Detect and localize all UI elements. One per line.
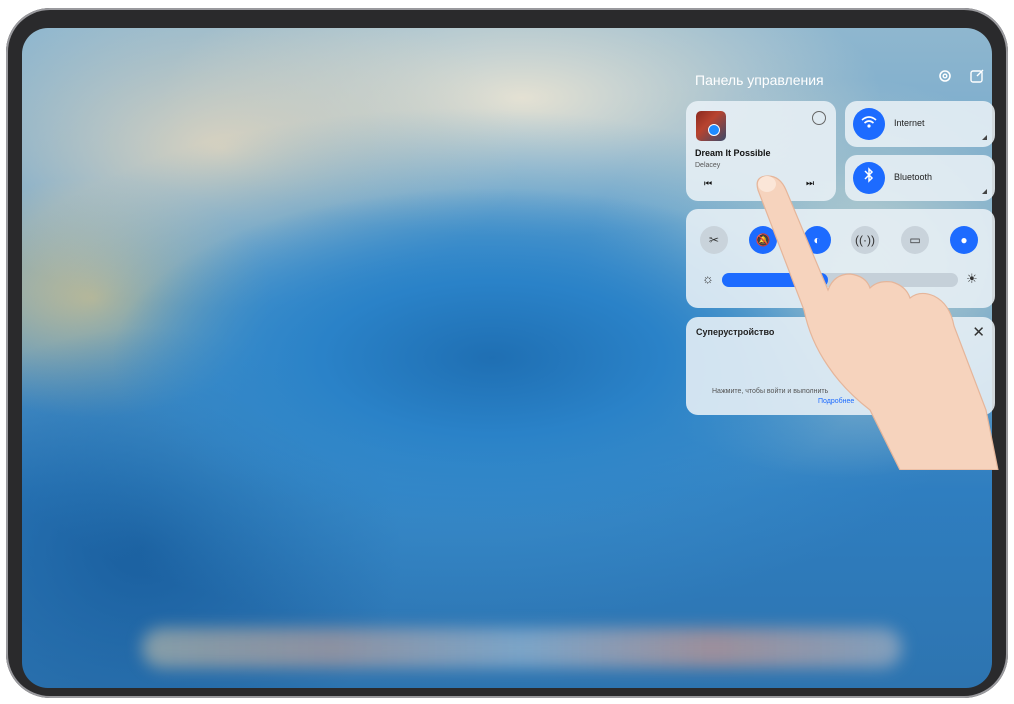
song-artist: Delacey (695, 162, 721, 169)
superdevice-title: Суперустройство (696, 327, 775, 337)
bluetooth-tile[interactable]: Bluetooth (845, 155, 995, 201)
edit-icon[interactable] (966, 68, 988, 90)
brightness-high-icon: ☀ (966, 271, 978, 286)
superdevice-card[interactable]: Суперустройство ✕ Нажмите, чтобы войти и… (686, 317, 995, 415)
multi-screen-icon[interactable]: ▭ (901, 226, 929, 254)
screenshot-icon[interactable]: ✂ (700, 226, 728, 254)
bluetooth-label: Bluetooth (894, 172, 933, 182)
hotspot-icon[interactable]: ((·)) (851, 226, 879, 254)
music-app-badge-icon (708, 124, 720, 136)
dock-blurred (142, 628, 902, 668)
next-track-icon[interactable]: ⏭ (806, 178, 814, 189)
internet-tile[interactable]: Internet (845, 101, 995, 147)
wifi-icon (853, 108, 885, 140)
silent-icon[interactable]: 🔕 (749, 226, 777, 254)
internet-label: Internet (894, 118, 925, 128)
brightness-low-icon: ☼ (702, 271, 714, 286)
song-title: Dream It Possible (695, 148, 771, 158)
location-icon[interactable]: ● (950, 226, 978, 254)
expand-corner-icon[interactable] (982, 189, 987, 194)
brightness-fill (722, 273, 829, 287)
brightness-slider[interactable] (722, 273, 958, 287)
audio-output-icon[interactable] (812, 111, 826, 125)
gear-icon[interactable] (934, 68, 956, 90)
superdevice-description: Нажмите, чтобы войти и выполнить (712, 388, 829, 395)
expand-corner-icon[interactable] (982, 135, 987, 140)
control-panel-title: Панель управления (695, 72, 824, 88)
previous-track-icon[interactable]: ⏮ (704, 178, 712, 189)
close-icon[interactable]: ✕ (972, 323, 985, 341)
superdevice-more-link[interactable]: Подробнее (818, 398, 854, 405)
bluetooth-icon (853, 162, 885, 194)
eye-comfort-icon[interactable]: ◐ (803, 226, 831, 254)
quick-toggles-card: ✂ 🔕 ◐ ((·)) ▭ ● ☼ ☀ (686, 209, 995, 308)
music-card[interactable]: Dream It Possible Delacey ⏮ ⏭ (686, 101, 836, 201)
